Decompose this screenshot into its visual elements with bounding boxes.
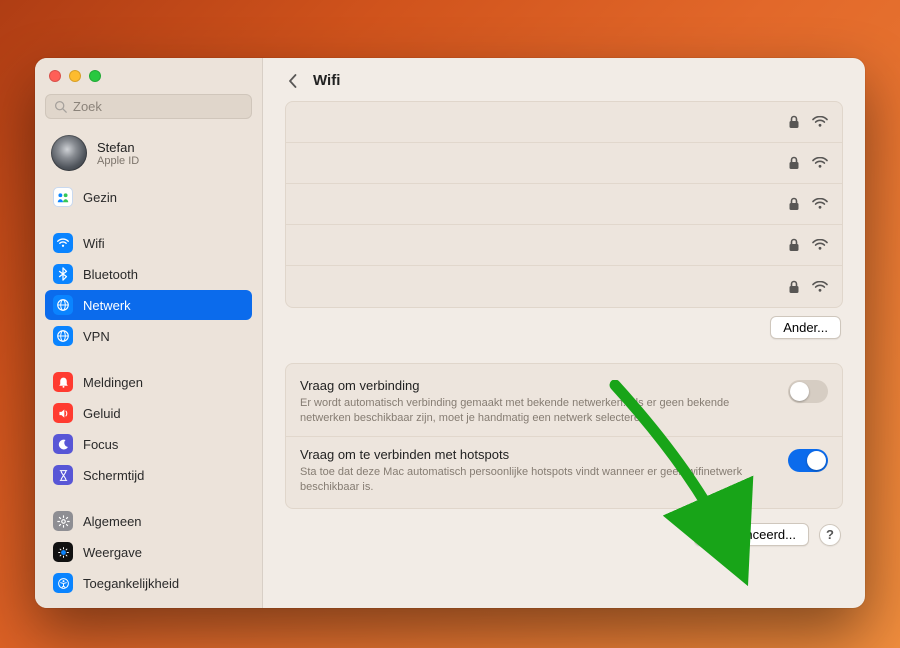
wifi-signal-icon: [812, 157, 828, 169]
search-input[interactable]: [73, 99, 243, 114]
sidebar-item-focus[interactable]: Focus: [45, 429, 252, 459]
footer: Geavanceerd... ?: [285, 523, 843, 550]
settings-window: Stefan Apple ID Gezin Wifi Bluet: [35, 58, 865, 608]
network-row[interactable]: [286, 225, 842, 266]
lock-icon: [788, 156, 800, 170]
search-field[interactable]: [45, 94, 252, 119]
advanced-button[interactable]: Geavanceerd...: [694, 523, 809, 546]
ask-to-join-title: Vraag om verbinding: [300, 378, 774, 393]
wifi-icon: [53, 233, 73, 253]
avatar: [51, 135, 87, 171]
back-button[interactable]: [285, 73, 301, 89]
header: Wifi: [263, 58, 865, 101]
display-icon: [53, 542, 73, 562]
close-window-button[interactable]: [49, 70, 61, 82]
ask-hotspot-toggle[interactable]: [788, 449, 828, 472]
main-pane: Wifi: [263, 58, 865, 608]
sidebar-item-general[interactable]: Algemeen: [45, 506, 252, 536]
content: Ander... Vraag om verbinding Er wordt au…: [263, 101, 865, 608]
sidebar-item-display[interactable]: Weergave: [45, 537, 252, 567]
moon-icon: [53, 434, 73, 454]
vpn-icon: [53, 326, 73, 346]
network-list: [285, 101, 843, 308]
sidebar-item-wifi[interactable]: Wifi: [45, 228, 252, 258]
sidebar-item-sound[interactable]: Geluid: [45, 398, 252, 428]
wifi-signal-icon: [812, 198, 828, 210]
help-button[interactable]: ?: [819, 524, 841, 546]
user-subtitle: Apple ID: [97, 155, 139, 167]
network-row[interactable]: [286, 102, 842, 143]
sidebar-item-gezin[interactable]: Gezin: [45, 182, 252, 212]
sidebar-item-network[interactable]: Netwerk: [45, 290, 252, 320]
sidebar-item-label: Netwerk: [83, 298, 131, 313]
sidebar-item-label: Focus: [83, 437, 118, 452]
window-controls: [45, 68, 252, 94]
sidebar-item-label: Geluid: [83, 406, 121, 421]
sidebar-item-label: Wifi: [83, 236, 105, 251]
sidebar-item-label: Meldingen: [83, 375, 143, 390]
sidebar-item-notifications[interactable]: Meldingen: [45, 367, 252, 397]
sidebar-item-label: Toegankelijkheid: [83, 576, 179, 591]
globe-icon: [53, 295, 73, 315]
ask-to-join-toggle[interactable]: [788, 380, 828, 403]
sidebar-item-label: Algemeen: [83, 514, 142, 529]
sidebar-item-label: Bluetooth: [83, 267, 138, 282]
gear-icon: [53, 511, 73, 531]
hourglass-icon: [53, 465, 73, 485]
sidebar-item-label: Weergave: [83, 545, 142, 560]
lock-icon: [788, 115, 800, 129]
sidebar-item-screentime[interactable]: Schermtijd: [45, 460, 252, 490]
bluetooth-icon: [53, 264, 73, 284]
bell-icon: [53, 372, 73, 392]
family-icon: [53, 187, 73, 207]
wifi-options-card: Vraag om verbinding Er wordt automatisch…: [285, 363, 843, 509]
user-account-row[interactable]: Stefan Apple ID: [45, 133, 252, 181]
search-icon: [54, 100, 67, 113]
accessibility-icon: [53, 573, 73, 593]
network-row[interactable]: [286, 143, 842, 184]
sidebar-item-bluetooth[interactable]: Bluetooth: [45, 259, 252, 289]
wifi-signal-icon: [812, 116, 828, 128]
sidebar-item-vpn[interactable]: VPN: [45, 321, 252, 351]
ask-to-join-row: Vraag om verbinding Er wordt automatisch…: [286, 368, 842, 437]
sidebar-item-label: Schermtijd: [83, 468, 144, 483]
minimize-window-button[interactable]: [69, 70, 81, 82]
other-network-button[interactable]: Ander...: [770, 316, 841, 339]
lock-icon: [788, 238, 800, 252]
sidebar-item-accessibility[interactable]: Toegankelijkheid: [45, 568, 252, 598]
sidebar-item-label: VPN: [83, 329, 110, 344]
wifi-signal-icon: [812, 281, 828, 293]
lock-icon: [788, 280, 800, 294]
network-row[interactable]: [286, 184, 842, 225]
zoom-window-button[interactable]: [89, 70, 101, 82]
user-name: Stefan: [97, 140, 139, 155]
lock-icon: [788, 197, 800, 211]
ask-hotspot-title: Vraag om te verbinden met hotspots: [300, 447, 774, 462]
ask-hotspot-desc: Sta toe dat deze Mac automatisch persoon…: [300, 465, 774, 495]
sidebar: Stefan Apple ID Gezin Wifi Bluet: [35, 58, 263, 608]
speaker-icon: [53, 403, 73, 423]
ask-hotspot-row: Vraag om te verbinden met hotspots Sta t…: [286, 437, 842, 505]
network-row[interactable]: [286, 266, 842, 307]
sidebar-list: Wifi Bluetooth Netwerk VPN: [45, 227, 252, 608]
wifi-signal-icon: [812, 239, 828, 251]
page-title: Wifi: [313, 72, 340, 89]
sidebar-item-label: Gezin: [83, 190, 117, 205]
ask-to-join-desc: Er wordt automatisch verbinding gemaakt …: [300, 396, 774, 426]
